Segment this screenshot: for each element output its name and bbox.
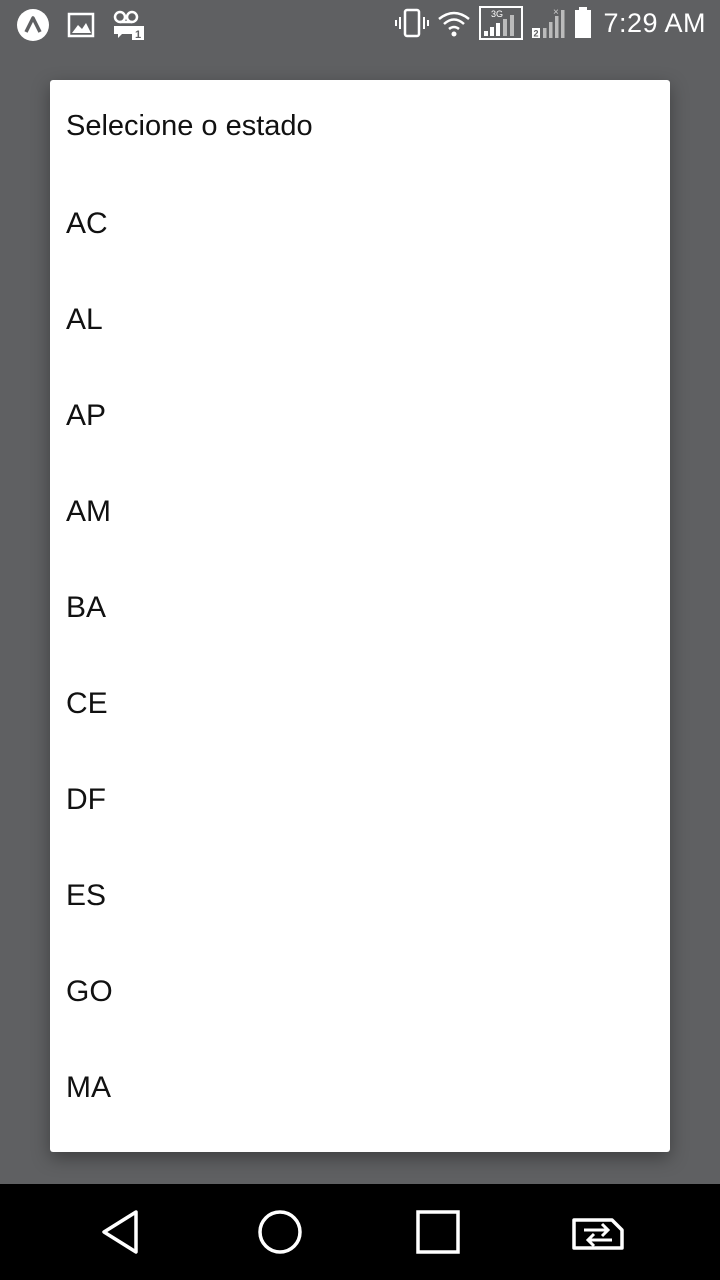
option-label: AM <box>66 495 111 528</box>
option-label: AP <box>66 399 107 432</box>
dialog-title: Selecione o estado <box>66 110 313 142</box>
state-option-am[interactable]: AM <box>50 464 670 560</box>
network-type-label: 3G <box>491 9 503 19</box>
home-icon[interactable] <box>250 1204 310 1260</box>
option-label: MA <box>66 1071 111 1104</box>
state-picker-dialog: Selecione o estado AC AL AP AM BA CE DF … <box>50 80 670 1152</box>
wifi-icon <box>437 6 471 40</box>
option-label: GO <box>66 975 113 1008</box>
option-label: BA <box>66 591 107 624</box>
navigation-bar <box>0 1184 720 1280</box>
state-option-al[interactable]: AL <box>50 272 670 368</box>
state-option-go[interactable]: GO <box>50 944 670 1040</box>
state-option-df[interactable]: DF <box>50 752 670 848</box>
recents-icon[interactable] <box>408 1204 468 1260</box>
state-option-es[interactable]: ES <box>50 848 670 944</box>
voicemail-sim-icon: 1 <box>112 8 146 42</box>
vibrate-icon <box>395 6 430 40</box>
option-label: ES <box>66 879 107 912</box>
image-notification-icon <box>64 8 98 42</box>
back-icon[interactable] <box>90 1204 150 1260</box>
battery-icon <box>573 6 593 40</box>
signal-sim2-icon: × 2 <box>531 6 565 40</box>
state-option-ce[interactable]: CE <box>50 656 670 752</box>
svg-text:1: 1 <box>135 29 141 41</box>
state-option-ba[interactable]: BA <box>50 560 670 656</box>
svg-text:2: 2 <box>534 29 539 39</box>
status-time: 7:29 AM <box>603 7 706 38</box>
option-label: AL <box>66 303 103 336</box>
state-option-ma[interactable]: MA <box>50 1040 670 1136</box>
signal-3g-icon: 3G <box>479 6 524 40</box>
app-logo-icon <box>16 8 50 42</box>
state-option-ap[interactable]: AP <box>50 368 670 464</box>
option-label: DF <box>66 783 106 816</box>
option-label: AC <box>66 207 108 240</box>
state-option-ac[interactable]: AC <box>50 176 670 272</box>
switch-sim-icon[interactable] <box>568 1204 628 1260</box>
status-bar: 1 3G × 2 7:29 AM <box>0 0 720 48</box>
option-label: CE <box>66 687 108 720</box>
